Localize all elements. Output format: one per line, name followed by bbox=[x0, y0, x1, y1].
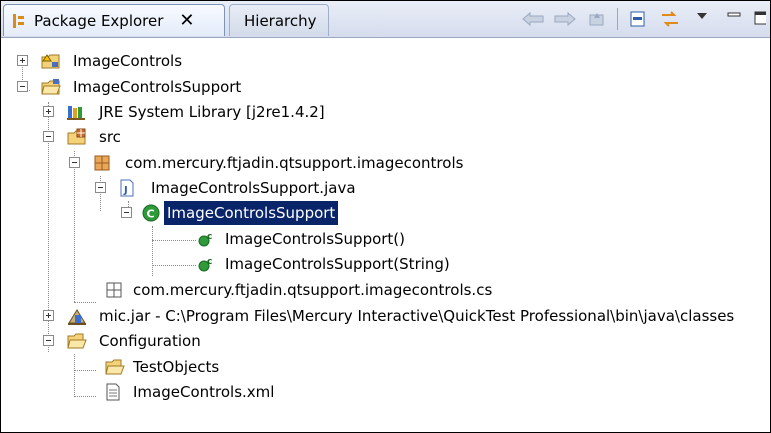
forward-arrow-icon[interactable] bbox=[553, 7, 577, 31]
tree-item-label: TestObjects bbox=[133, 358, 220, 376]
tree-item-java-file[interactable]: J ImageControlsSupport.java bbox=[1, 176, 421, 200]
tab-package-explorer[interactable]: Package Explorer ✕ bbox=[3, 4, 225, 36]
expand-icon[interactable] bbox=[43, 106, 54, 117]
constructor-icon: c bbox=[197, 230, 215, 248]
tab-hierarchy[interactable]: Hierarchy bbox=[229, 4, 329, 36]
svg-text:J: J bbox=[123, 185, 128, 196]
library-icon bbox=[67, 103, 85, 121]
tree-item-label-selected: ImageControlsSupport bbox=[164, 201, 339, 225]
tree-item-label: com.mercury.ftjadin.qtsupport.imagecontr… bbox=[125, 154, 464, 172]
tree-item-class[interactable]: C ImageControlsSupport bbox=[1, 201, 401, 225]
constructor-icon: c bbox=[197, 255, 215, 273]
close-icon[interactable]: ✕ bbox=[179, 10, 194, 31]
tree-item-label: ImageControlsSupport(String) bbox=[225, 255, 450, 273]
svg-text:c: c bbox=[207, 257, 212, 267]
view-menu-icon[interactable] bbox=[690, 7, 714, 31]
file-icon bbox=[105, 383, 123, 401]
tree-item-label: ImageControlsSupport.java bbox=[151, 179, 356, 197]
project-tree: ImageControls ImageControlsSupport JRE S… bbox=[1, 37, 770, 432]
collapse-icon[interactable] bbox=[43, 335, 54, 346]
tree-item-configuration[interactable]: Configuration bbox=[1, 329, 301, 353]
collapse-icon[interactable] bbox=[69, 157, 80, 168]
expand-icon[interactable] bbox=[43, 310, 54, 321]
folder-open-icon bbox=[105, 358, 125, 376]
tree-item-constructor-string[interactable]: c ImageControlsSupport(String) bbox=[1, 252, 481, 276]
java-project-warning-icon bbox=[41, 52, 60, 70]
tree-item-mic-jar[interactable]: mic.jar - C:\Program Files\Mercury Inter… bbox=[1, 304, 770, 328]
folder-open-icon bbox=[67, 332, 87, 350]
svg-text:C: C bbox=[147, 208, 155, 221]
collapse-icon[interactable] bbox=[121, 207, 132, 218]
package-explorer-icon bbox=[12, 13, 26, 29]
tree-item-constructor[interactable]: c ImageControlsSupport() bbox=[1, 227, 461, 251]
collapse-icon[interactable] bbox=[17, 81, 28, 92]
tree-item-imagecontrols-xml[interactable]: ImageControls.xml bbox=[1, 380, 321, 404]
tree-item-label: ImageControls bbox=[73, 52, 183, 70]
tree-connector bbox=[74, 302, 96, 303]
empty-package-icon bbox=[105, 281, 123, 299]
package-explorer-view: Package Explorer ✕ Hierarchy ImageContro… bbox=[0, 0, 771, 433]
tree-item-label: Configuration bbox=[99, 332, 201, 350]
toolbar-separator bbox=[617, 8, 618, 30]
package-icon bbox=[93, 154, 111, 172]
tree-item-imagecontrols[interactable]: ImageControls bbox=[1, 49, 301, 73]
tree-item-imagecontrolssupport-project[interactable]: ImageControlsSupport bbox=[1, 75, 301, 99]
java-project-open-icon bbox=[41, 78, 61, 96]
tab-label: Package Explorer bbox=[34, 11, 164, 30]
svg-text:c: c bbox=[207, 232, 212, 242]
tree-item-src[interactable]: src bbox=[1, 125, 201, 149]
maximize-icon[interactable] bbox=[754, 7, 766, 31]
collapse-icon[interactable] bbox=[43, 131, 54, 142]
tree-item-label: ImageControls.xml bbox=[133, 383, 275, 401]
tree-item-label: ImageControlsSupport bbox=[73, 78, 242, 96]
tree-item-label: com.mercury.ftjadin.qtsupport.imagecontr… bbox=[133, 281, 493, 299]
collapse-all-icon[interactable] bbox=[626, 7, 650, 31]
java-file-icon: J bbox=[119, 179, 137, 197]
expand-icon[interactable] bbox=[17, 55, 28, 66]
minimize-icon[interactable] bbox=[722, 7, 746, 31]
tree-item-label: ImageControlsSupport() bbox=[225, 230, 406, 248]
source-folder-icon bbox=[67, 128, 86, 146]
link-with-editor-icon[interactable] bbox=[658, 7, 682, 31]
view-tab-bar: Package Explorer ✕ Hierarchy bbox=[1, 1, 770, 38]
tree-item-label: JRE System Library [j2re1.4.2] bbox=[99, 103, 325, 121]
jar-icon bbox=[67, 307, 86, 325]
up-icon[interactable] bbox=[585, 7, 609, 31]
tree-item-testobjects[interactable]: TestObjects bbox=[1, 355, 301, 379]
tab-label: Hierarchy bbox=[244, 11, 317, 30]
tree-item-package-cs[interactable]: com.mercury.ftjadin.qtsupport.imagecontr… bbox=[1, 278, 541, 302]
view-toolbar bbox=[521, 7, 766, 31]
tree-item-jre-library[interactable]: JRE System Library [j2re1.4.2] bbox=[1, 100, 361, 124]
tree-item-package-imagecontrols[interactable]: com.mercury.ftjadin.qtsupport.imagecontr… bbox=[1, 151, 521, 175]
tree-item-label: mic.jar - C:\Program Files\Mercury Inter… bbox=[99, 307, 735, 325]
tree-item-label: src bbox=[99, 128, 121, 146]
class-icon: C bbox=[142, 204, 160, 222]
collapse-icon[interactable] bbox=[95, 182, 106, 193]
back-arrow-icon[interactable] bbox=[521, 7, 545, 31]
